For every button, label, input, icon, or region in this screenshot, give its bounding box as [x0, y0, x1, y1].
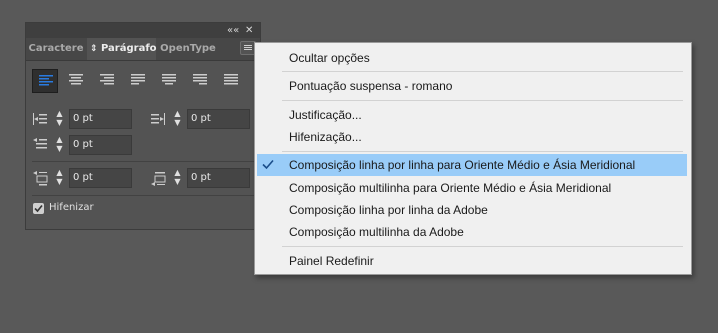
justify-all-icon [224, 74, 238, 85]
menu-item-label: Justificação... [289, 108, 362, 122]
space-before-icon [33, 171, 48, 186]
space-before-field[interactable]: 0 pt [69, 168, 132, 188]
first-line-indent-icon [33, 138, 47, 149]
checkmark-icon [34, 204, 43, 213]
menu-item-composicao-multilinha-adobe[interactable]: Composição multilinha da Adobe [257, 221, 687, 243]
paragraph-panel: «« ✕ Caractere ⇕ Parágrafo OpenType ▲ ▼ … [25, 22, 261, 230]
justify-last-center-icon [162, 74, 176, 85]
right-indent-stepper[interactable]: ▲ ▼ [171, 109, 184, 129]
menu-separator [282, 246, 683, 247]
menu-item-label: Composição multilinha da Adobe [289, 225, 464, 239]
collapse-icon[interactable]: «« [227, 24, 239, 37]
first-line-indent-stepper[interactable]: ▲ ▼ [53, 135, 66, 155]
menu-separator [282, 100, 683, 101]
menu-item-label: Composição multilinha para Oriente Médio… [289, 181, 612, 195]
menu-item-justificacao[interactable]: Justificação... [257, 104, 687, 126]
hyphenate-checkbox[interactable] [33, 203, 44, 214]
tab-label: Parágrafo [101, 43, 157, 54]
space-after-field[interactable]: 0 pt [187, 168, 250, 188]
align-right-icon [100, 74, 114, 85]
space-after-icon [151, 172, 166, 186]
tab-caractere[interactable]: Caractere [26, 38, 86, 60]
menu-item-composicao-linha-oriente[interactable]: Composição linha por linha para Oriente … [257, 154, 687, 176]
menu-item-label: Composição linha por linha da Adobe [289, 203, 488, 217]
menu-item-label: Hifenização... [289, 130, 362, 144]
align-center-button[interactable] [63, 69, 89, 93]
tab-label: Caractere [28, 43, 84, 54]
align-left-icon [39, 75, 53, 86]
tab-opentype[interactable]: OpenType [157, 38, 219, 60]
menu-item-composicao-multilinha-oriente[interactable]: Composição multilinha para Oriente Médio… [257, 177, 687, 199]
menu-item-label: Painel Redefinir [289, 254, 374, 268]
left-indent-field[interactable]: 0 pt [69, 109, 132, 129]
left-indent-stepper[interactable]: ▲ ▼ [53, 109, 66, 129]
menu-item-label: Pontuação suspensa - romano [289, 79, 453, 93]
menu-item-label: Ocultar opções [289, 51, 370, 65]
right-indent-field[interactable]: 0 pt [187, 109, 250, 129]
justify-last-left-icon [131, 74, 145, 85]
tab-label: OpenType [160, 43, 216, 54]
panel-titlebar[interactable]: «« ✕ [26, 23, 260, 38]
tab-paragrafo[interactable]: ⇕ Parágrafo [87, 38, 157, 60]
space-after-stepper[interactable]: ▲ ▼ [171, 168, 184, 188]
hyphenate-label: Hifenizar [49, 202, 94, 213]
left-indent-icon [33, 113, 47, 125]
align-center-icon [69, 74, 83, 85]
first-line-indent-field[interactable]: 0 pt [69, 135, 132, 155]
align-left-button[interactable] [32, 69, 58, 93]
close-icon[interactable]: ✕ [245, 24, 253, 37]
justify-last-center-button[interactable] [156, 69, 182, 93]
checkmark-icon [262, 159, 274, 170]
justify-last-right-icon [193, 74, 207, 85]
menu-item-composicao-linha-adobe[interactable]: Composição linha por linha da Adobe [257, 199, 687, 221]
panel-divider [32, 161, 254, 162]
menu-item-pontuacao-suspensa[interactable]: Pontuação suspensa - romano [257, 75, 687, 97]
menu-item-label: Composição linha por linha para Oriente … [289, 158, 636, 172]
updown-arrows-icon: ⇕ [90, 44, 98, 54]
menu-separator [282, 71, 683, 72]
panel-divider [32, 195, 254, 196]
panel-tabbar: Caractere ⇕ Parágrafo OpenType [26, 38, 260, 61]
space-before-stepper[interactable]: ▲ ▼ [53, 168, 66, 188]
panel-options-menu: Ocultar opções Pontuação suspensa - roma… [254, 42, 692, 275]
menu-separator [282, 151, 683, 152]
align-right-button[interactable] [94, 69, 120, 93]
menu-item-ocultar-opcoes[interactable]: Ocultar opções [257, 47, 687, 69]
hamburger-icon [244, 45, 252, 50]
justify-last-left-button[interactable] [125, 69, 151, 93]
justify-all-button[interactable] [218, 69, 244, 93]
menu-item-painel-redefinir[interactable]: Painel Redefinir [257, 250, 687, 272]
justify-last-right-button[interactable] [187, 69, 213, 93]
menu-item-hifenizacao[interactable]: Hifenização... [257, 126, 687, 148]
right-indent-icon [151, 113, 165, 125]
